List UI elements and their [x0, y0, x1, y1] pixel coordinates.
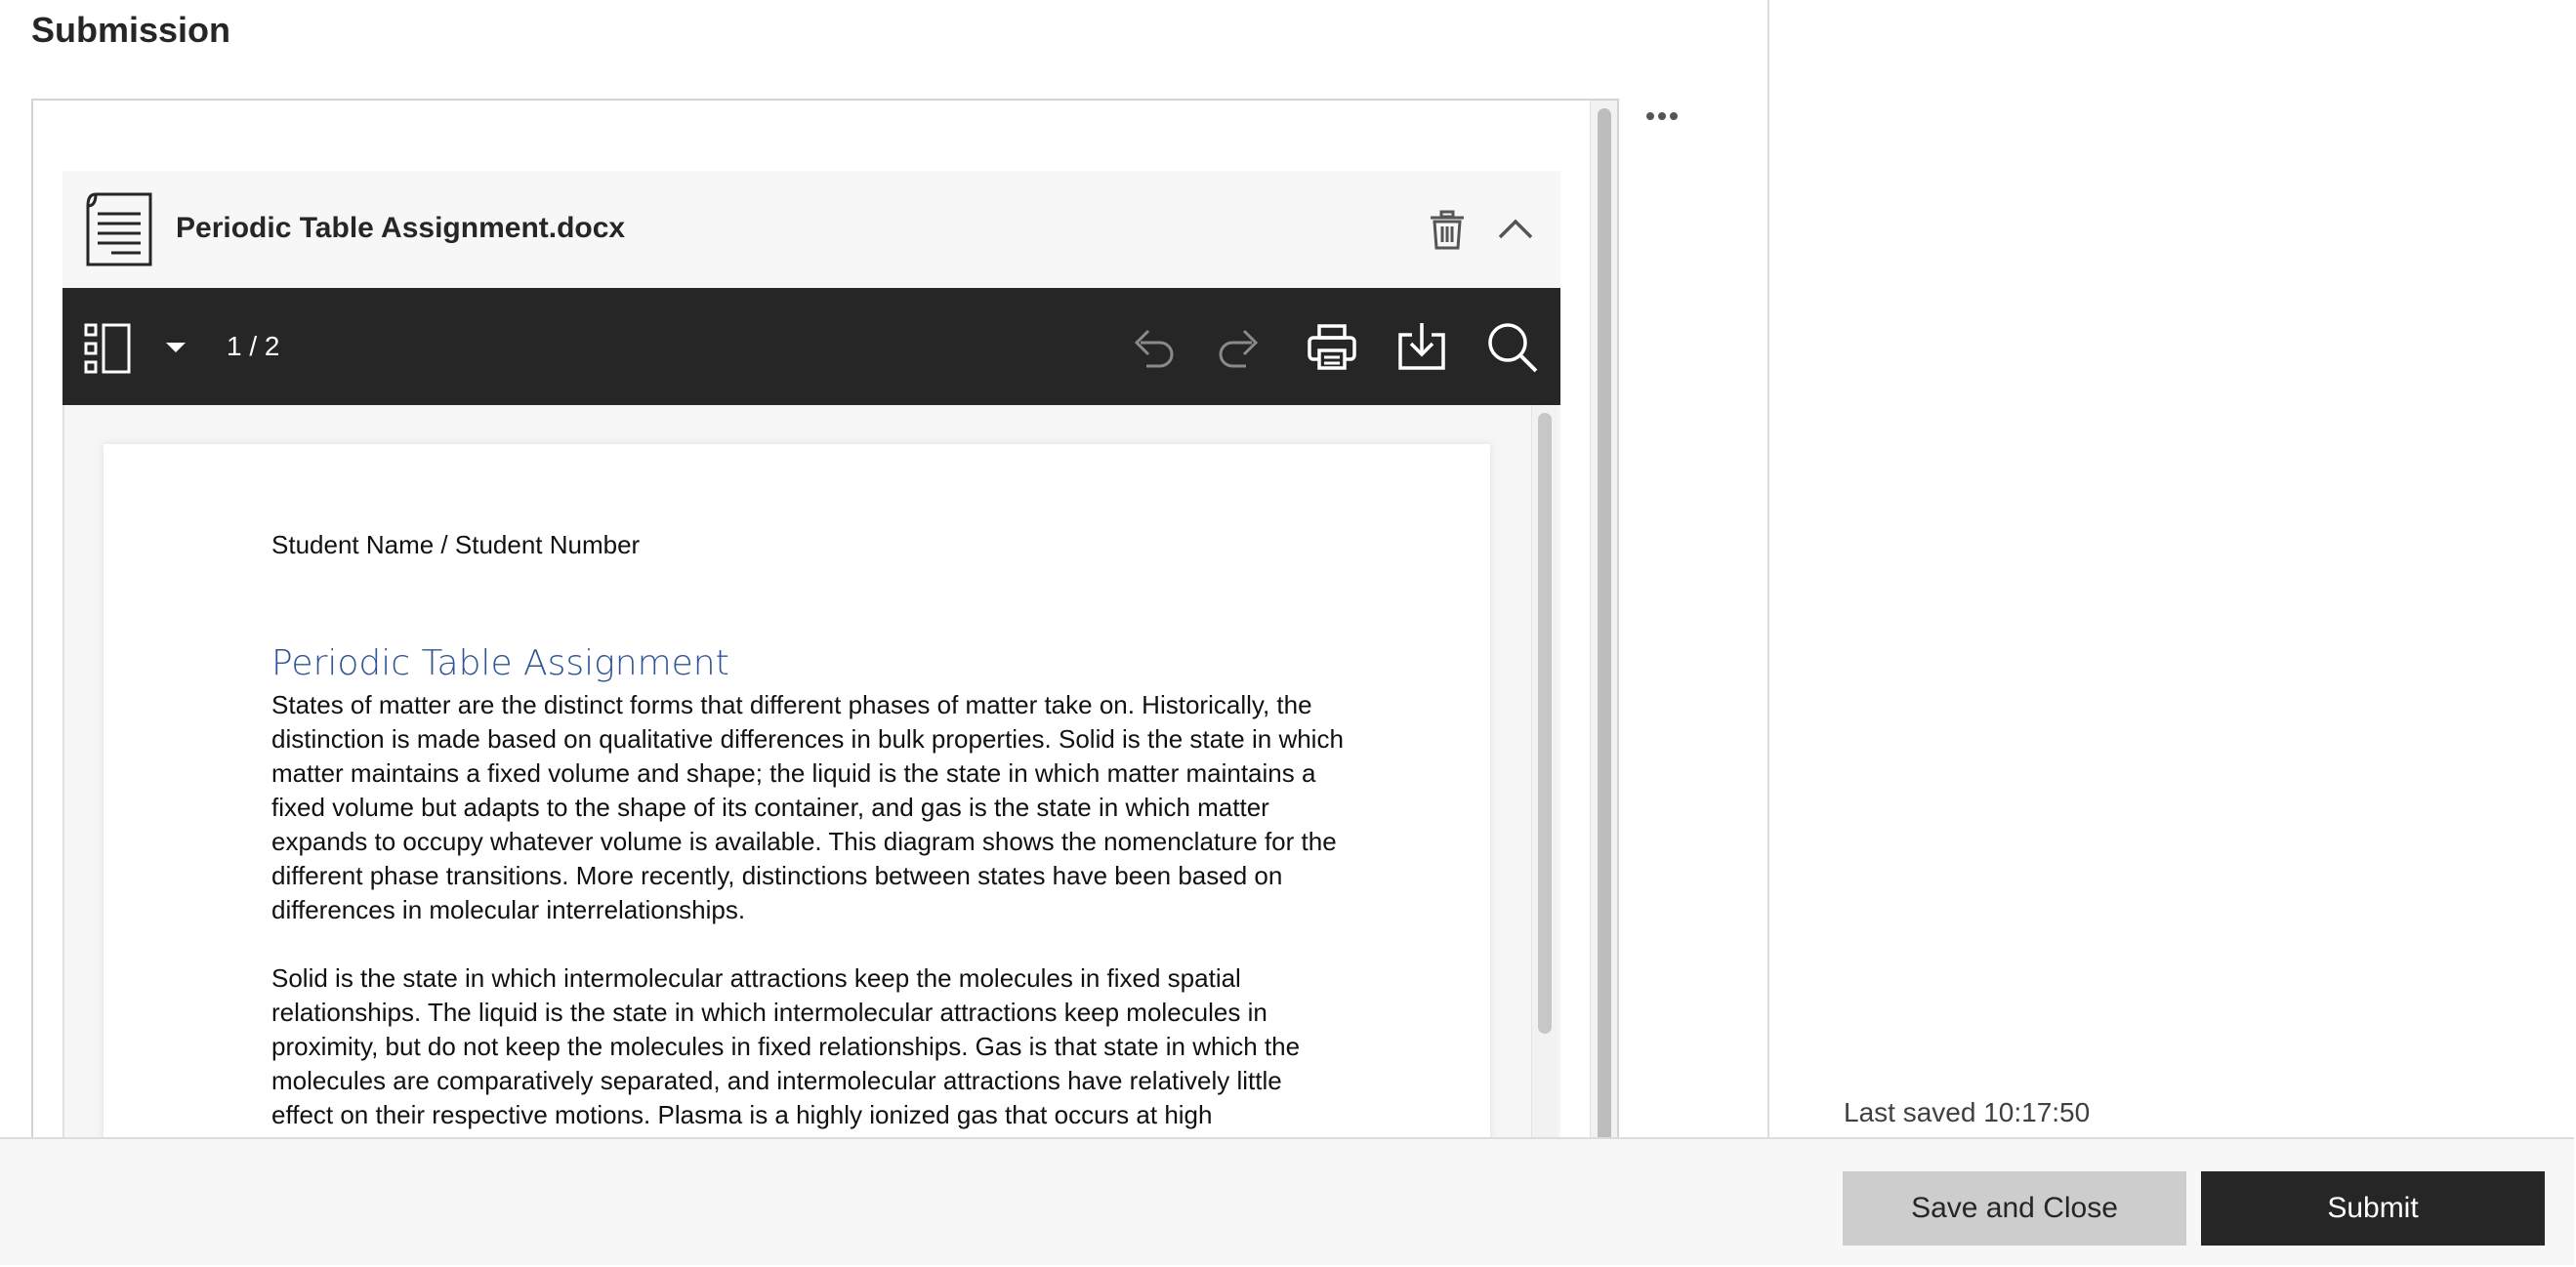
document-page: Student Name / Student Number Periodic T…: [104, 444, 1490, 1137]
student-line: Student Name / Student Number: [271, 530, 641, 559]
last-saved-status: Last saved 10:17:50: [1844, 1097, 2091, 1127]
sidebar-thumbnails-icon[interactable]: [84, 323, 131, 374]
download-icon[interactable]: [1396, 321, 1447, 372]
search-icon[interactable]: [1486, 321, 1539, 374]
submission-scrollbar-thumb[interactable]: [1598, 108, 1611, 1137]
submission-panel: Submission Periodic Table Assignment.doc…: [0, 0, 1769, 1137]
file-attachment-card: Periodic Table Assignment.docx 1 / 2 Stu…: [62, 171, 1560, 1137]
side-panel: [1769, 0, 2574, 1137]
trash-icon[interactable]: [1428, 210, 1467, 251]
page-title: Submission: [31, 10, 231, 50]
page-count: 1 / 2: [227, 331, 280, 361]
file-header: Periodic Table Assignment.docx: [62, 171, 1560, 288]
footer-bar: Save and Close Submit: [0, 1137, 2574, 1265]
document-title: Periodic Table Assignment: [271, 643, 729, 683]
document-paragraph: States of matter are the distinct forms …: [271, 690, 1344, 924]
caret-down-icon[interactable]: [166, 343, 186, 354]
submission-container: Periodic Table Assignment.docx 1 / 2 Stu…: [31, 99, 1619, 1137]
undo-icon[interactable]: [1127, 325, 1176, 370]
save-and-close-button[interactable]: Save and Close: [1843, 1171, 2186, 1246]
viewer-scrollbar-thumb[interactable]: [1538, 413, 1552, 1034]
document-file-icon: [86, 192, 152, 266]
document-paragraph: Solid is the state in which intermolecul…: [271, 963, 1325, 1137]
more-options-button[interactable]: [1642, 102, 1682, 131]
chevron-up-icon[interactable]: [1494, 208, 1537, 251]
print-icon[interactable]: [1307, 323, 1357, 372]
submit-button[interactable]: Submit: [2201, 1171, 2545, 1246]
viewer-scrollbar[interactable]: [1531, 405, 1558, 1137]
more-options-icon: [1646, 112, 1654, 120]
file-name[interactable]: Periodic Table Assignment.docx: [176, 212, 625, 245]
document-viewer: Student Name / Student Number Periodic T…: [62, 405, 1560, 1137]
submission-scrollbar[interactable]: [1590, 101, 1617, 1137]
redo-icon[interactable]: [1217, 325, 1266, 370]
viewer-toolbar: 1 / 2: [62, 288, 1560, 405]
